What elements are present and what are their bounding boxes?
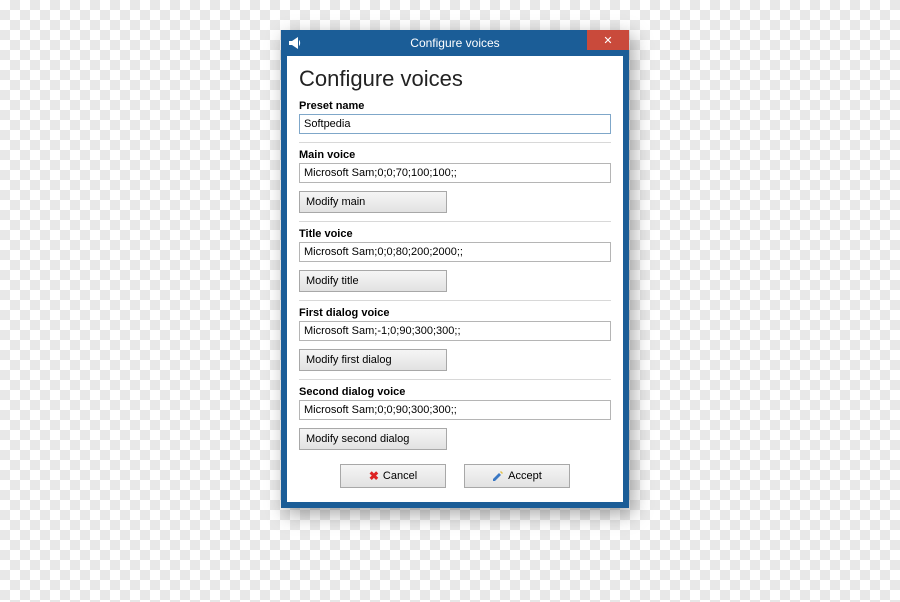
page-title: Configure voices bbox=[299, 66, 611, 92]
second-dialog-label: Second dialog voice bbox=[299, 386, 611, 398]
main-voice-value: Microsoft Sam;0;0;70;100;100;; bbox=[299, 163, 611, 183]
title-voice-label: Title voice bbox=[299, 228, 611, 240]
modify-title-button[interactable]: Modify title bbox=[299, 270, 447, 292]
configure-voices-window: Configure voices ✕ Configure voices Pres… bbox=[281, 30, 629, 508]
cancel-button[interactable]: ✖ Cancel bbox=[340, 464, 446, 488]
action-bar: ✖ Cancel Accept bbox=[299, 464, 611, 488]
brush-icon bbox=[492, 470, 504, 482]
modify-second-dialog-button[interactable]: Modify second dialog bbox=[299, 428, 447, 450]
close-button[interactable]: ✕ bbox=[587, 30, 629, 50]
megaphone-icon bbox=[287, 35, 303, 51]
dialog-content: Configure voices Preset name Main voice … bbox=[287, 56, 623, 502]
close-icon: ✕ bbox=[603, 34, 612, 47]
divider bbox=[299, 379, 611, 380]
first-dialog-value: Microsoft Sam;-1;0;90;300;300;; bbox=[299, 321, 611, 341]
modify-first-dialog-button[interactable]: Modify first dialog bbox=[299, 349, 447, 371]
main-voice-label: Main voice bbox=[299, 149, 611, 161]
accept-button[interactable]: Accept bbox=[464, 464, 570, 488]
cancel-label: Cancel bbox=[383, 470, 417, 482]
accept-label: Accept bbox=[508, 470, 542, 482]
divider bbox=[299, 300, 611, 301]
preset-name-input[interactable] bbox=[299, 114, 611, 134]
cancel-icon: ✖ bbox=[369, 469, 379, 483]
titlebar: Configure voices ✕ bbox=[281, 30, 629, 56]
divider bbox=[299, 221, 611, 222]
modify-main-button[interactable]: Modify main bbox=[299, 191, 447, 213]
first-dialog-label: First dialog voice bbox=[299, 307, 611, 319]
window-title: Configure voices bbox=[281, 36, 629, 50]
title-voice-value: Microsoft Sam;0;0;80;200;2000;; bbox=[299, 242, 611, 262]
second-dialog-value: Microsoft Sam;0;0;90;300;300;; bbox=[299, 400, 611, 420]
preset-name-label: Preset name bbox=[299, 100, 611, 112]
divider bbox=[299, 142, 611, 143]
